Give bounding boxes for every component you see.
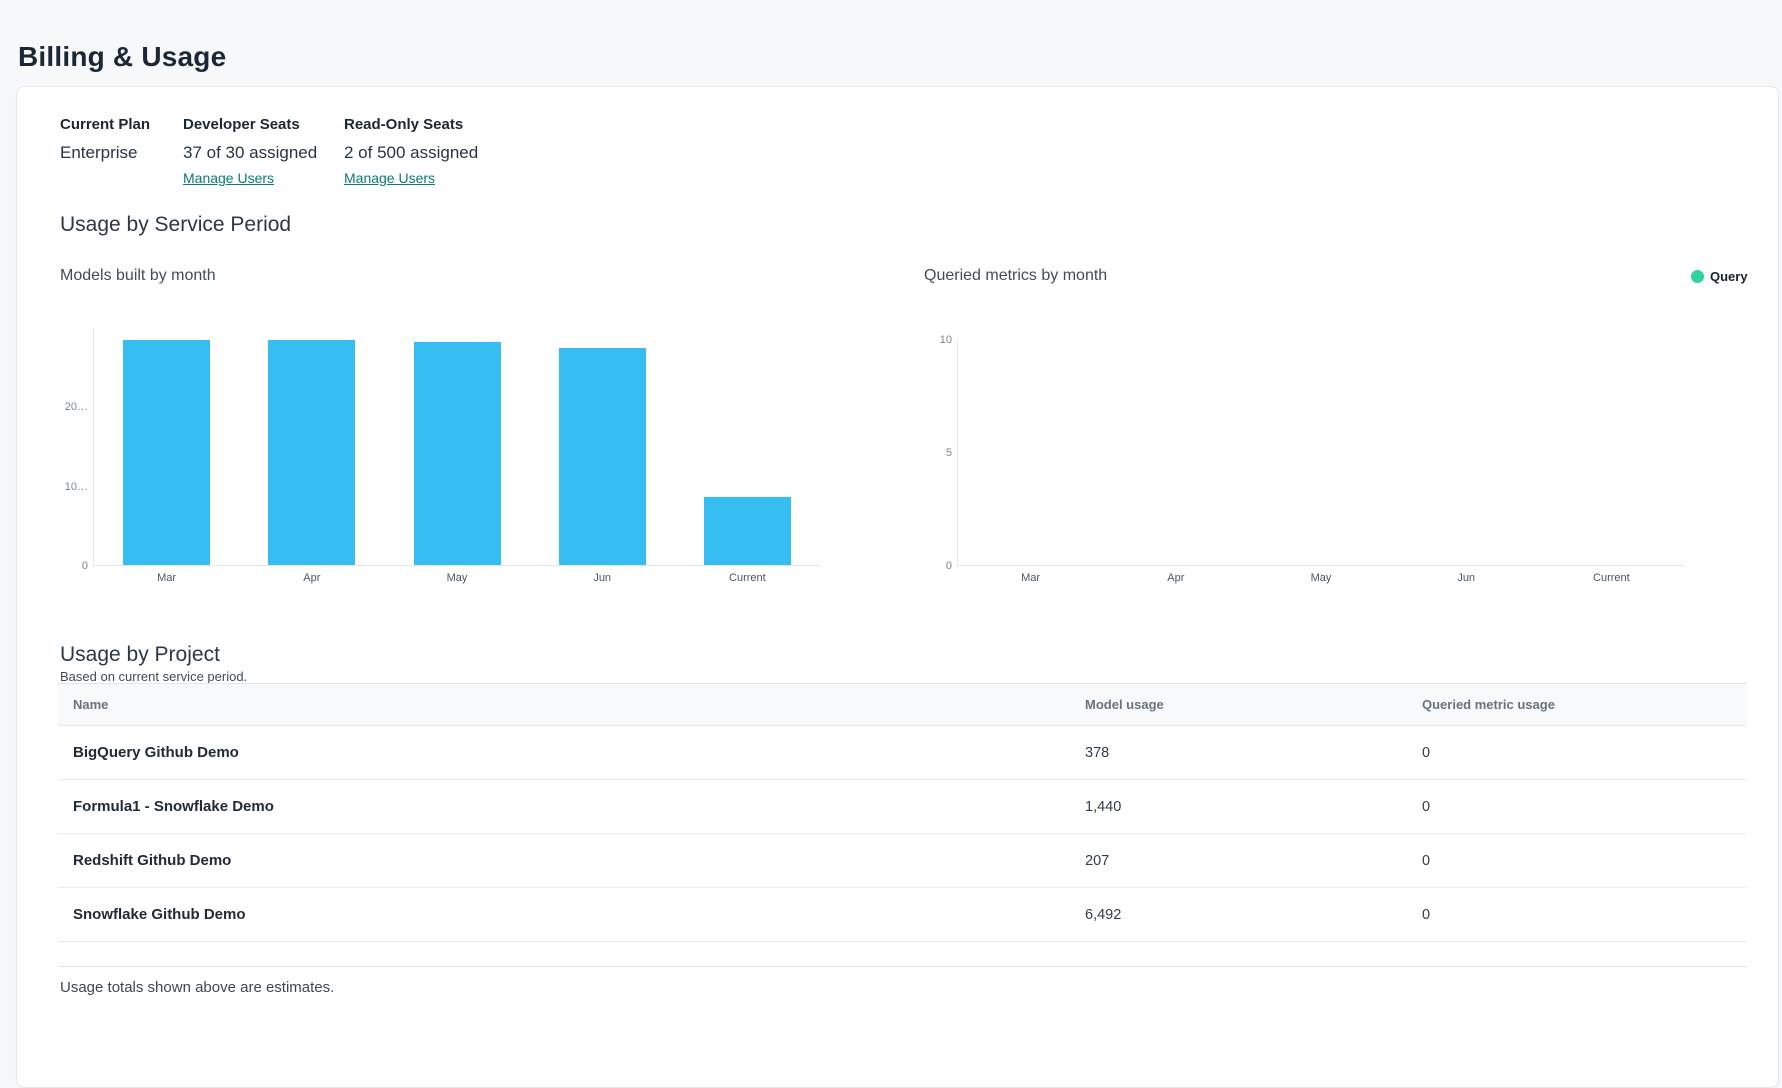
x-axis-tick-label: Apr xyxy=(1167,572,1184,584)
models-built-chart-title: Models built by month xyxy=(60,267,216,285)
usage-value: 0 xyxy=(1422,745,1747,761)
developer-seats-label: Developer Seats xyxy=(183,116,300,133)
x-axis-tick-label: Mar xyxy=(1021,572,1040,584)
x-axis-tick-label: Mar xyxy=(157,572,176,584)
table-row: BigQuery Github Demo3780 xyxy=(58,726,1747,780)
usage-value: 0 xyxy=(1422,907,1747,923)
billing-usage-card: Current Plan Enterprise Developer Seats … xyxy=(16,86,1779,1088)
bar-may xyxy=(414,342,501,565)
column-header-model-usage: Model usage xyxy=(1085,697,1422,712)
query-legend-dot-icon xyxy=(1691,270,1704,283)
y-axis-tick-label: 20… xyxy=(65,400,88,414)
current-plan-label: Current Plan xyxy=(60,116,150,133)
x-axis-tick-label: Apr xyxy=(303,572,320,584)
developer-seats-value: 37 of 30 assigned xyxy=(183,143,317,163)
y-axis-tick-label: 5 xyxy=(946,446,952,460)
y-axis-tick-label: 0 xyxy=(82,559,88,573)
read-only-seats-value: 2 of 500 assigned xyxy=(344,143,478,163)
read-only-seats-label: Read-Only Seats xyxy=(344,116,463,133)
usage-footnote: Usage totals shown above are estimates. xyxy=(60,979,334,996)
y-axis-tick-label: 10 xyxy=(940,333,952,347)
bar-current xyxy=(704,497,791,565)
x-axis-tick-label: Current xyxy=(729,572,766,584)
page-title: Billing & Usage xyxy=(18,41,226,73)
usage-by-project-table: NameModel usageQueried metric usage BigQ… xyxy=(58,683,1747,967)
usage-by-project-heading: Usage by Project xyxy=(60,643,220,667)
y-axis-tick-label: 0 xyxy=(946,559,952,573)
x-axis-tick-label: May xyxy=(447,572,468,584)
models-built-bar-chart: 010…20…MarAprMayJunCurrent xyxy=(93,327,820,566)
query-legend-label: Query xyxy=(1710,269,1748,284)
table-header-row: NameModel usageQueried metric usage xyxy=(58,683,1747,726)
manage-users-link-developer[interactable]: Manage Users xyxy=(183,170,274,186)
usage-value: 378 xyxy=(1085,745,1422,761)
column-header-name: Name xyxy=(58,697,1085,712)
table-row: Snowflake Github Demo6,4920 xyxy=(58,888,1747,942)
project-name: Redshift Github Demo xyxy=(58,852,1085,869)
usage-by-service-period-heading: Usage by Service Period xyxy=(60,213,291,237)
y-axis-tick-label: 10… xyxy=(65,480,88,494)
usage-value: 0 xyxy=(1422,799,1747,815)
usage-value: 0 xyxy=(1422,853,1747,869)
bar-apr xyxy=(268,340,355,565)
table-row: Redshift Github Demo2070 xyxy=(58,834,1747,888)
usage-value: 6,492 xyxy=(1085,907,1422,923)
bar-jun xyxy=(559,348,646,565)
usage-value: 1,440 xyxy=(1085,799,1422,815)
queried-metrics-bar-chart: 0510MarAprMayJunCurrent xyxy=(957,339,1684,566)
chart-legend: Query xyxy=(1691,269,1748,284)
column-header-queried-metric-usage: Queried metric usage xyxy=(1422,697,1747,712)
usage-by-project-subheading: Based on current service period. xyxy=(60,669,247,684)
project-name: BigQuery Github Demo xyxy=(58,744,1085,761)
manage-users-link-readonly[interactable]: Manage Users xyxy=(344,170,435,186)
bar-mar xyxy=(123,340,210,565)
x-axis-tick-label: Jun xyxy=(1457,572,1475,584)
usage-value: 207 xyxy=(1085,853,1422,869)
project-name: Snowflake Github Demo xyxy=(58,906,1085,923)
x-axis-tick-label: Jun xyxy=(593,572,611,584)
queried-metrics-chart-title: Queried metrics by month xyxy=(924,267,1107,285)
x-axis-tick-label: May xyxy=(1311,572,1332,584)
x-axis-tick-label: Current xyxy=(1593,572,1630,584)
table-row: Formula1 - Snowflake Demo1,4400 xyxy=(58,780,1747,834)
project-name: Formula1 - Snowflake Demo xyxy=(58,798,1085,815)
table-bottom-divider xyxy=(58,942,1747,967)
current-plan-value: Enterprise xyxy=(60,143,137,163)
